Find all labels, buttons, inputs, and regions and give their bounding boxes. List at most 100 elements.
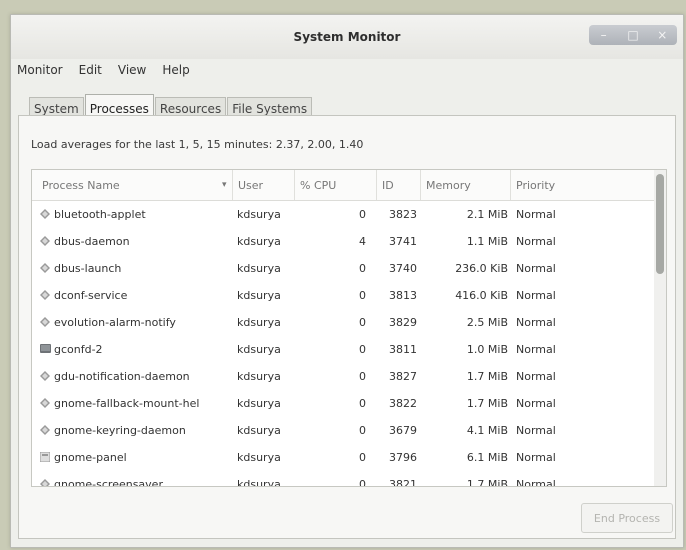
process-name: gnome-screensaver [54, 478, 163, 487]
process-name: dbus-daemon [54, 235, 130, 248]
vertical-scrollbar[interactable] [654, 170, 666, 486]
process-icon [40, 371, 50, 381]
table-row[interactable]: dbus-launch kdsurya 0 3740 236.0 KiB Normal [32, 255, 666, 282]
process-cpu: 0 [359, 316, 366, 329]
process-memory: 6.1 MiB [466, 451, 508, 464]
process-user: kdsurya [237, 451, 281, 464]
table-row[interactable]: gdu-notification-daemon kdsurya 0 3827 1.7 M… [32, 363, 666, 390]
table-row[interactable]: gnome-panel kdsurya 0 3796 6.1 MiB Normal [32, 444, 666, 471]
process-icon [40, 209, 50, 219]
table-row[interactable]: bluetooth-applet kdsurya 0 3823 2.1 MiB Norma… [32, 201, 666, 228]
process-priority: Normal [516, 289, 556, 302]
process-rows: bluetooth-applet kdsurya 0 3823 2.1 MiB Norma… [32, 201, 666, 487]
process-name: dbus-launch [54, 262, 122, 275]
process-cpu: 4 [359, 235, 366, 248]
process-memory: 1.7 MiB [466, 478, 508, 487]
column-header-priority[interactable]: Priority [510, 170, 555, 200]
process-memory: 2.1 MiB [466, 208, 508, 221]
process-user: kdsurya [237, 424, 281, 437]
table-row[interactable]: gnome-screensaver kdsurya 0 3821 1.7 MiB Norm… [32, 471, 666, 487]
process-id: 3827 [389, 370, 417, 383]
process-id: 3796 [389, 451, 417, 464]
process-cpu: 0 [359, 478, 366, 487]
process-priority: Normal [516, 343, 556, 356]
process-icon [40, 317, 50, 327]
process-icon [40, 398, 50, 408]
end-process-button[interactable]: End Process [581, 503, 673, 533]
process-name: bluetooth-applet [54, 208, 146, 221]
process-cpu: 0 [359, 451, 366, 464]
process-priority: Normal [516, 370, 556, 383]
menu-edit[interactable]: Edit [79, 63, 102, 77]
table-row[interactable]: gnome-fallback-mount-hel kdsurya 0 3822 1.7 … [32, 390, 666, 417]
process-user: kdsurya [237, 235, 281, 248]
process-priority: Normal [516, 424, 556, 437]
process-priority: Normal [516, 316, 556, 329]
chevron-down-icon[interactable]: ▾ [222, 180, 227, 190]
table-row[interactable]: dconf-service kdsurya 0 3813 416.0 KiB Normal [32, 282, 666, 309]
process-id: 3813 [389, 289, 417, 302]
minimize-button[interactable]: – [593, 28, 615, 42]
column-header-cpu[interactable]: % CPU [294, 170, 336, 200]
process-memory: 1.1 MiB [466, 235, 508, 248]
process-id: 3740 [389, 262, 417, 275]
column-header-memory[interactable]: Memory [420, 170, 471, 200]
process-icon [40, 425, 50, 435]
table-row[interactable]: gconfd-2 kdsurya 0 3811 1.0 MiB Normal [32, 336, 666, 363]
process-memory: 1.7 MiB [466, 397, 508, 410]
process-cpu: 0 [359, 370, 366, 383]
process-cpu: 0 [359, 397, 366, 410]
process-name: gconfd-2 [54, 343, 103, 356]
process-priority: Normal [516, 478, 556, 487]
process-cpu: 0 [359, 208, 366, 221]
process-name: dconf-service [54, 289, 128, 302]
process-icon [40, 236, 50, 246]
process-user: kdsurya [237, 478, 281, 487]
menu-view[interactable]: View [118, 63, 146, 77]
table-header: Process Name ▾ User % CPU ID Memory Prio… [32, 170, 666, 201]
process-table: Process Name ▾ User % CPU ID Memory Prio… [31, 169, 667, 487]
process-priority: Normal [516, 262, 556, 275]
process-cpu: 0 [359, 424, 366, 437]
process-cpu: 0 [359, 343, 366, 356]
process-icon [40, 263, 50, 273]
process-user: kdsurya [237, 208, 281, 221]
process-priority: Normal [516, 451, 556, 464]
process-user: kdsurya [237, 262, 281, 275]
column-header-user[interactable]: User [232, 170, 263, 200]
column-header-id[interactable]: ID [376, 170, 394, 200]
process-id: 3822 [389, 397, 417, 410]
process-priority: Normal [516, 208, 556, 221]
process-name: evolution-alarm-notify [54, 316, 176, 329]
menu-help[interactable]: Help [162, 63, 189, 77]
process-name: gnome-fallback-mount-hel [54, 397, 200, 410]
table-row[interactable]: gnome-keyring-daemon kdsurya 0 3679 4.1 MiB N… [32, 417, 666, 444]
process-id: 3679 [389, 424, 417, 437]
table-row[interactable]: dbus-daemon kdsurya 4 3741 1.1 MiB Normal [32, 228, 666, 255]
process-name: gdu-notification-daemon [54, 370, 190, 383]
process-cpu: 0 [359, 289, 366, 302]
processes-panel: Load averages for the last 1, 5, 15 minu… [18, 115, 676, 539]
process-id: 3811 [389, 343, 417, 356]
menu-monitor[interactable]: Monitor [17, 63, 63, 77]
process-id: 3829 [389, 316, 417, 329]
process-memory: 236.0 KiB [455, 262, 508, 275]
process-user: kdsurya [237, 316, 281, 329]
process-user: kdsurya [237, 343, 281, 356]
process-user: kdsurya [237, 370, 281, 383]
close-button[interactable]: × [651, 28, 673, 42]
panel-icon [39, 451, 51, 463]
column-header-process-name[interactable]: Process Name [42, 179, 120, 192]
process-icon [40, 479, 50, 486]
process-memory: 416.0 KiB [455, 289, 508, 302]
maximize-button[interactable]: □ [622, 28, 644, 42]
title-bar[interactable]: System Monitor – □ × [11, 15, 683, 59]
process-user: kdsurya [237, 397, 281, 410]
process-id: 3821 [389, 478, 417, 487]
process-id: 3741 [389, 235, 417, 248]
process-memory: 4.1 MiB [466, 424, 508, 437]
scrollbar-thumb[interactable] [656, 174, 664, 274]
process-name: gnome-keyring-daemon [54, 424, 186, 437]
table-row[interactable]: evolution-alarm-notify kdsurya 0 3829 2.5 Mi… [32, 309, 666, 336]
window-title: System Monitor [293, 30, 401, 44]
